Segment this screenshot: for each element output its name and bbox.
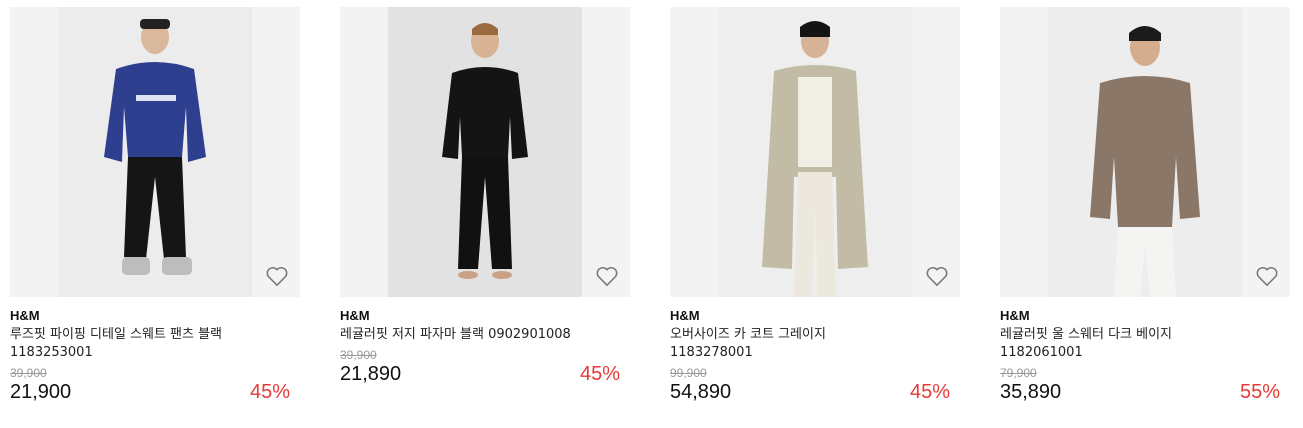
sale-price: 35,890 <box>1000 381 1062 403</box>
original-price: 99,900 <box>670 366 707 380</box>
sale-price: 21,890 <box>340 363 402 385</box>
brand-name: H&M <box>340 308 370 323</box>
wishlist-heart-icon[interactable] <box>924 263 950 289</box>
product-image[interactable] <box>10 7 300 297</box>
discount-rate: 45% <box>249 381 290 403</box>
brand-name: H&M <box>1000 308 1030 323</box>
product-grid: H&M 루즈핏 파이핑 디테일 스웨트 팬츠 블랙 1183253001 39,… <box>10 7 1290 404</box>
price-row: 21,890 45% <box>340 362 630 386</box>
product-photo <box>1048 7 1242 297</box>
sale-price: 54,890 <box>670 381 732 403</box>
wishlist-heart-icon[interactable] <box>1254 263 1280 289</box>
product-card[interactable]: H&M 레귤러핏 저지 파자마 블랙 0902901008 39,900 21,… <box>340 7 630 404</box>
product-card[interactable]: H&M 루즈핏 파이핑 디테일 스웨트 팬츠 블랙 1183253001 39,… <box>10 7 300 404</box>
price-row: 54,890 45% <box>670 380 960 404</box>
product-image[interactable] <box>1000 7 1290 297</box>
wishlist-heart-icon[interactable] <box>594 263 620 289</box>
product-card[interactable]: H&M 오버사이즈 카 코트 그레이지 1183278001 99,900 54… <box>670 7 960 404</box>
price-row: 21,900 45% <box>10 380 300 404</box>
original-price: 79,900 <box>1000 366 1037 380</box>
product-photo <box>388 7 582 297</box>
price-row: 35,890 55% <box>1000 380 1290 404</box>
sale-price: 21,900 <box>10 381 72 403</box>
product-image[interactable] <box>340 7 630 297</box>
original-price: 39,900 <box>340 348 377 362</box>
discount-rate: 45% <box>909 381 950 403</box>
product-title[interactable]: 오버사이즈 카 코트 그레이지 1183278001 <box>670 326 910 362</box>
discount-rate: 55% <box>1239 381 1280 403</box>
product-card[interactable]: H&M 레귤러핏 울 스웨터 다크 베이지 1182061001 79,900 … <box>1000 7 1290 404</box>
discount-rate: 45% <box>579 363 620 385</box>
product-title[interactable]: 루즈핏 파이핑 디테일 스웨트 팬츠 블랙 1183253001 <box>10 326 250 362</box>
brand-name: H&M <box>10 308 40 323</box>
wishlist-heart-icon[interactable] <box>264 263 290 289</box>
brand-name: H&M <box>670 308 700 323</box>
product-photo <box>58 7 252 297</box>
product-photo <box>718 7 912 297</box>
product-image[interactable] <box>670 7 960 297</box>
product-title[interactable]: 레귤러핏 저지 파자마 블랙 0902901008 <box>340 326 580 344</box>
product-title[interactable]: 레귤러핏 울 스웨터 다크 베이지 1182061001 <box>1000 326 1240 362</box>
original-price: 39,900 <box>10 366 47 380</box>
